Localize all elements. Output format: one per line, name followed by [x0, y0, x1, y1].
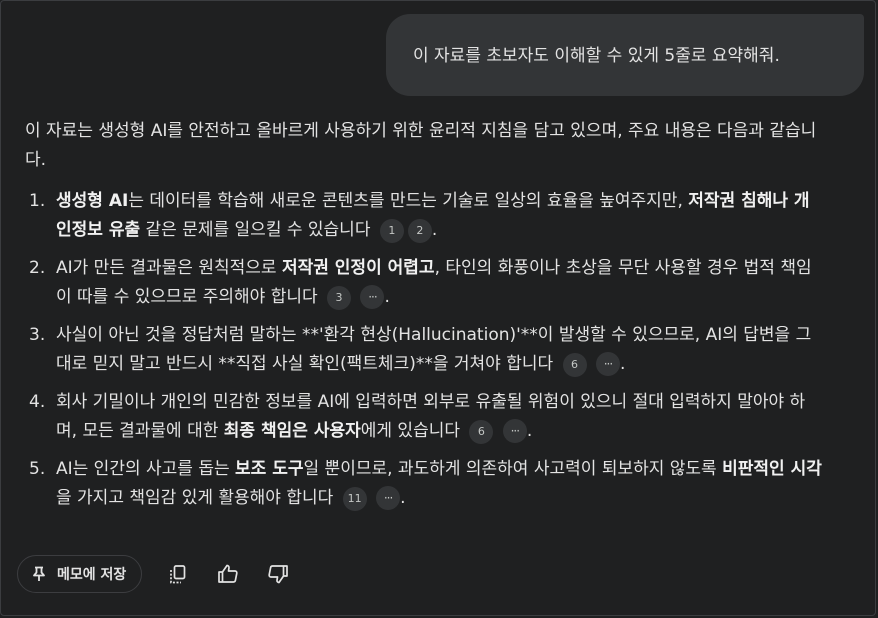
list-item-number: 4.	[29, 392, 46, 412]
copy-icon	[167, 563, 189, 585]
bold-text: 최종 책임은 사용자	[223, 421, 361, 441]
thumbs-up-icon	[216, 562, 240, 586]
citation-chip[interactable]: 2	[407, 219, 432, 243]
assistant-response: 이 자료는 생성형 AI를 안전하고 올바르게 사용하기 위한 윤리적 지침을 …	[25, 117, 825, 522]
citation-chip[interactable]: 6	[562, 353, 587, 377]
list-item-number: 1.	[29, 191, 46, 211]
thumbs-down-button[interactable]	[264, 560, 292, 588]
text: 는 데이터를 학습해 새로운 콘텐츠를 만드는 기술로 일상의 효율을 높여주지…	[128, 191, 689, 211]
save-to-memo-button[interactable]: 메모에 저장	[17, 555, 143, 593]
summary-list: 1. 생성형 AI는 데이터를 학습해 새로운 콘텐츠를 만드는 기술로 일상의…	[25, 187, 825, 513]
response-intro: 이 자료는 생성형 AI를 안전하고 올바르게 사용하기 위한 윤리적 지침을 …	[25, 121, 817, 170]
bold-text: 비판적인 시각	[722, 459, 822, 479]
more-citations-chip[interactable]: ···	[595, 352, 620, 376]
list-item-number: 3.	[29, 325, 46, 345]
text: AI는 인간의 사고를 돕는	[56, 459, 236, 479]
bold-text: 생성형 AI	[56, 191, 129, 211]
citation-chip[interactable]: 1	[379, 219, 404, 243]
text: 같은 문제를 일으킬 수 있습니다	[140, 220, 371, 240]
citation-chip[interactable]: 6	[469, 420, 494, 444]
copy-button[interactable]	[164, 560, 192, 588]
more-citations-chip[interactable]: ···	[360, 285, 385, 309]
chat-window: 이 자료를 초보자도 이해할 수 있게 5줄로 요약해줘. 이 자료는 생성형 …	[0, 0, 876, 616]
text: 을 가지고 책임감 있게 활용해야 합니다	[56, 488, 334, 508]
pin-icon	[30, 565, 48, 583]
user-message-text: 이 자료를 초보자도 이해할 수 있게 5줄로 요약해줘.	[413, 46, 780, 66]
citation-chip[interactable]: 11	[342, 487, 367, 511]
more-citations-chip[interactable]: ···	[502, 419, 527, 443]
bold-text: 보조 도구	[235, 459, 304, 479]
text: 사실이 아닌 것을 정답처럼 말하는 **'환각 현상(Hallucinatio…	[56, 325, 812, 374]
text: 에게 있습니다	[360, 421, 460, 441]
bold-text: 저작권 인정이 어렵고	[281, 258, 435, 278]
text: 일 뿐이므로, 과도하게 의존하여 사고력이 퇴보하지 않도록	[303, 459, 723, 479]
more-citations-chip[interactable]: ···	[376, 486, 401, 510]
text: AI가 만든 결과물은 원칙적으로	[56, 258, 282, 278]
list-item: 5. AI는 인간의 사고를 돕는 보조 도구일 뿐이므로, 과도하게 의존하여…	[25, 455, 825, 513]
citation-chip[interactable]: 3	[327, 286, 352, 310]
user-message-bubble: 이 자료를 초보자도 이해할 수 있게 5줄로 요약해줘.	[386, 14, 864, 96]
list-item: 4. 회사 기밀이나 개인의 민감한 정보를 AI에 입력하면 외부로 유출될 …	[25, 388, 825, 446]
thumbs-up-button[interactable]	[214, 560, 242, 588]
save-to-memo-label: 메모에 저장	[57, 567, 127, 583]
response-actions-toolbar: 메모에 저장	[17, 554, 292, 594]
list-item: 3. 사실이 아닌 것을 정답처럼 말하는 **'환각 현상(Hallucina…	[25, 321, 825, 379]
list-item: 2. AI가 만든 결과물은 원칙적으로 저작권 인정이 어렵고, 타인의 화풍…	[25, 254, 825, 312]
thumbs-down-icon	[266, 562, 290, 586]
list-item: 1. 생성형 AI는 데이터를 학습해 새로운 콘텐츠를 만드는 기술로 일상의…	[25, 187, 825, 245]
list-item-number: 5.	[29, 459, 46, 479]
list-item-number: 2.	[29, 258, 46, 278]
